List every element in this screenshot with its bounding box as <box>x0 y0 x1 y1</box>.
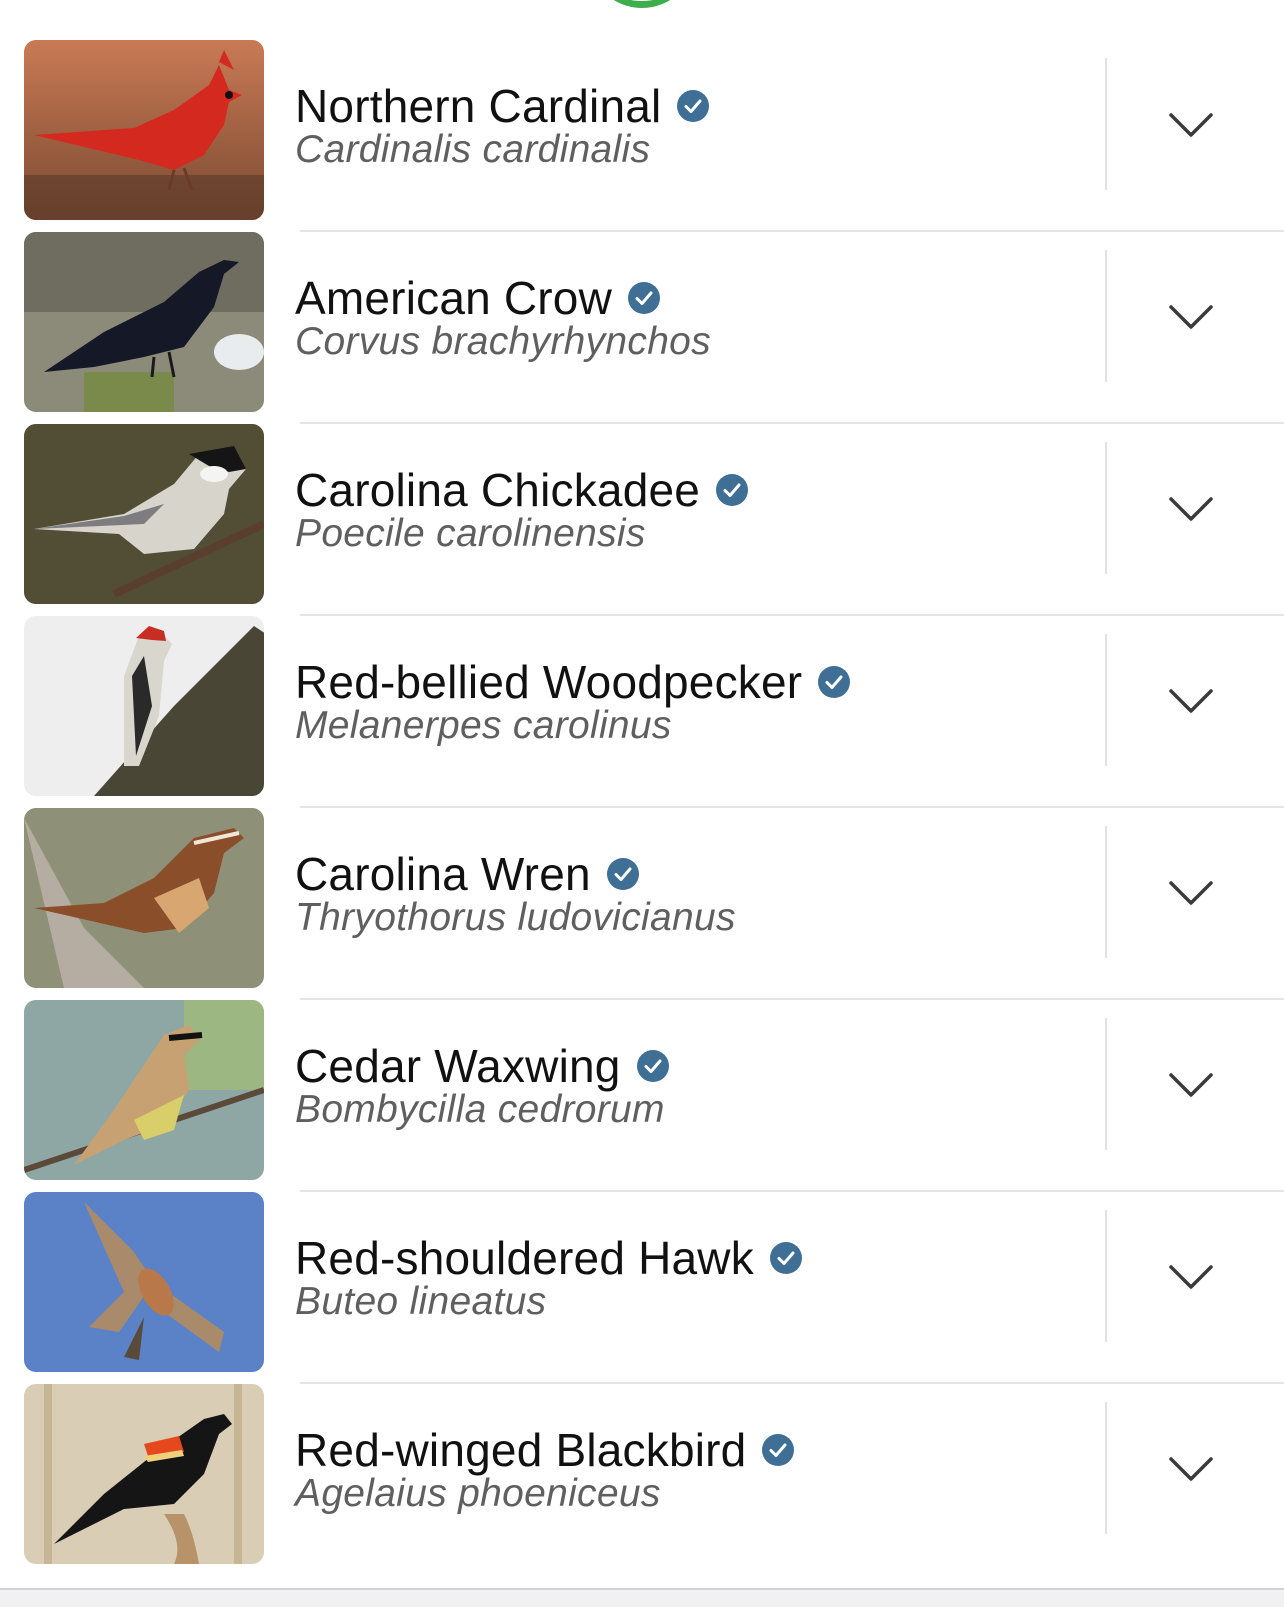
chevron-down-icon <box>1169 305 1213 329</box>
verified-badge-icon <box>677 90 710 122</box>
scientific-name: Thryothorus ludovicianus <box>295 896 736 939</box>
top-progress-arc <box>588 0 696 8</box>
expand-button[interactable] <box>1148 92 1234 158</box>
row-divider <box>1105 634 1107 766</box>
species-text: Red-winged Blackbird Agelaius phoeniceus <box>295 1422 795 1516</box>
chevron-down-icon <box>1169 1073 1213 1097</box>
common-name: Cedar Waxwing <box>295 1040 621 1092</box>
common-name: Red-shouldered Hawk <box>295 1232 754 1284</box>
species-row-cedar-waxwing[interactable]: Cedar Waxwing Bombycilla cedrorum <box>0 1000 1284 1192</box>
common-name: Carolina Chickadee <box>295 464 701 516</box>
species-text: Carolina Wren Thryothorus ludovicianus <box>295 846 736 940</box>
species-row-northern-cardinal[interactable]: Northern Cardinal Cardinalis cardinalis <box>0 40 1284 232</box>
common-name: Carolina Wren <box>295 848 591 900</box>
species-row-red-winged-blackbird[interactable]: Red-winged Blackbird Agelaius phoeniceus <box>0 1384 1284 1576</box>
verified-badge-icon <box>716 474 749 506</box>
chevron-down-icon <box>1169 1457 1213 1481</box>
species-text: Red-shouldered Hawk Buteo lineatus <box>295 1230 802 1324</box>
verified-badge-icon <box>769 1242 802 1274</box>
row-divider <box>1105 826 1107 958</box>
scientific-name: Agelaius phoeniceus <box>295 1472 661 1515</box>
verified-badge-icon <box>628 282 661 314</box>
waxwing-photo <box>24 1000 264 1180</box>
crow-photo <box>24 232 264 412</box>
species-text: Carolina Chickadee Poecile carolinensis <box>295 462 749 556</box>
chevron-down-icon <box>1169 113 1213 137</box>
species-row-carolina-chickadee[interactable]: Carolina Chickadee Poecile carolinensis <box>0 424 1284 616</box>
common-name: Red-bellied Woodpecker <box>295 656 803 708</box>
verified-badge-icon <box>818 666 851 698</box>
common-name: Northern Cardinal <box>295 80 662 132</box>
common-name: Red-winged Blackbird <box>295 1424 747 1476</box>
expand-button[interactable] <box>1148 1052 1234 1118</box>
species-row-red-bellied-woodpecker[interactable]: Red-bellied Woodpecker Melanerpes caroli… <box>0 616 1284 808</box>
row-divider <box>1105 58 1107 190</box>
row-divider <box>1105 250 1107 382</box>
expand-button[interactable] <box>1148 1436 1234 1502</box>
scientific-name: Bombycilla cedrorum <box>295 1088 665 1131</box>
expand-button[interactable] <box>1148 476 1234 542</box>
expand-button[interactable] <box>1148 668 1234 734</box>
species-row-red-shouldered-hawk[interactable]: Red-shouldered Hawk Buteo lineatus <box>0 1192 1284 1384</box>
chevron-down-icon <box>1169 881 1213 905</box>
scientific-name: Cardinalis cardinalis <box>295 128 651 171</box>
scientific-name: Poecile carolinensis <box>295 512 646 555</box>
verified-badge-icon <box>636 1050 669 1082</box>
row-divider <box>1105 1018 1107 1150</box>
species-text: Cedar Waxwing Bombycilla cedrorum <box>295 1038 669 1132</box>
expand-button[interactable] <box>1148 860 1234 926</box>
blackbird-photo <box>24 1384 264 1564</box>
verified-badge-icon <box>762 1434 795 1466</box>
chevron-down-icon <box>1169 689 1213 713</box>
common-name: American Crow <box>295 272 613 324</box>
scientific-name: Corvus brachyrhynchos <box>295 320 711 363</box>
species-text: Red-bellied Woodpecker Melanerpes caroli… <box>295 654 851 748</box>
scientific-name: Melanerpes carolinus <box>295 704 672 747</box>
row-divider <box>1105 1210 1107 1342</box>
species-text: Northern Cardinal Cardinalis cardinalis <box>295 78 710 172</box>
wren-photo <box>24 808 264 988</box>
expand-button[interactable] <box>1148 1244 1234 1310</box>
chevron-down-icon <box>1169 1265 1213 1289</box>
row-divider <box>1105 442 1107 574</box>
species-row-american-crow[interactable]: American Crow Corvus brachyrhynchos <box>0 232 1284 424</box>
hawk-photo <box>24 1192 264 1372</box>
chevron-down-icon <box>1169 497 1213 521</box>
scientific-name: Buteo lineatus <box>295 1280 547 1323</box>
chickadee-photo <box>24 424 264 604</box>
species-row-carolina-wren[interactable]: Carolina Wren Thryothorus ludovicianus <box>0 808 1284 1000</box>
species-text: American Crow Corvus brachyrhynchos <box>295 270 711 364</box>
bottom-toolbar <box>0 1588 1284 1607</box>
cardinal-photo <box>24 40 264 220</box>
woodpecker-photo <box>24 616 264 796</box>
row-divider <box>1105 1402 1107 1534</box>
verified-badge-icon <box>606 858 639 890</box>
expand-button[interactable] <box>1148 284 1234 350</box>
